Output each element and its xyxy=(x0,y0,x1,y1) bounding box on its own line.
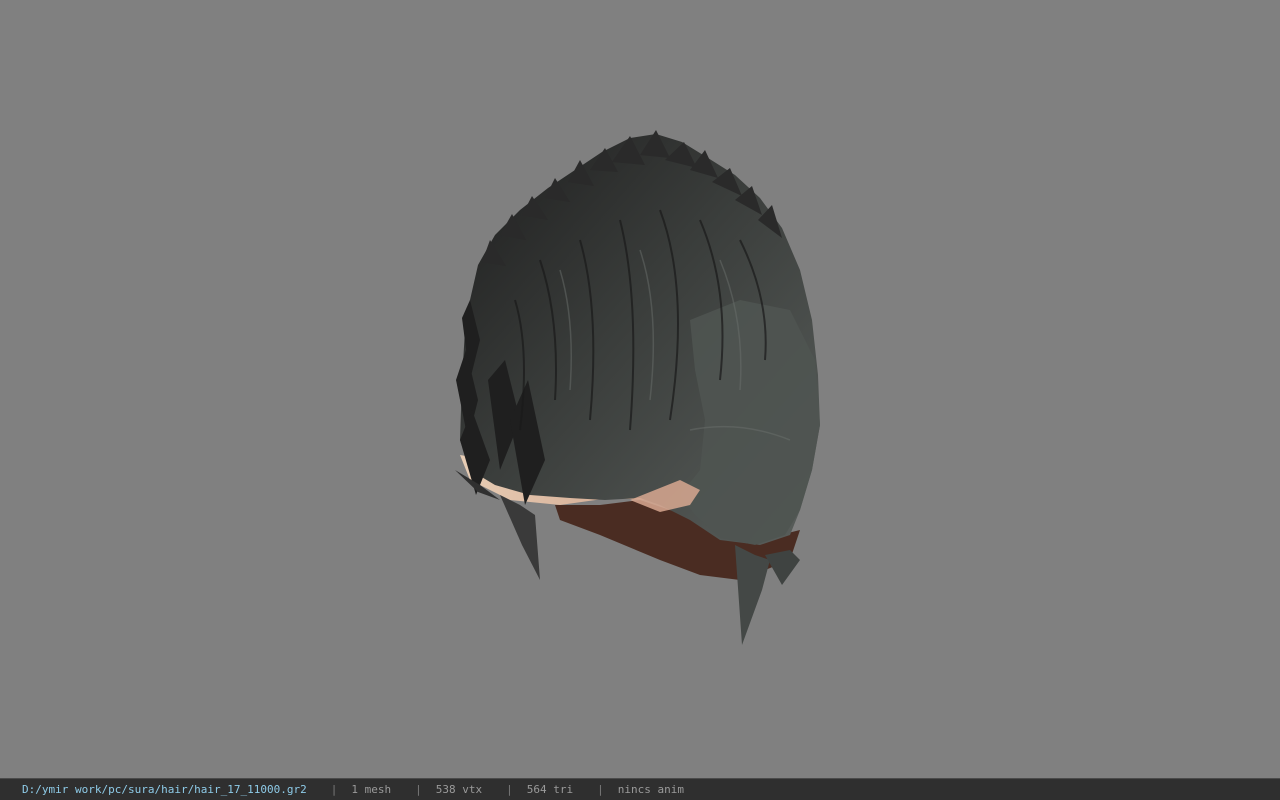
separator: | xyxy=(506,783,513,796)
model-viewport[interactable] xyxy=(0,0,1280,778)
separator: | xyxy=(415,783,422,796)
vertex-count: 538 vtx xyxy=(435,783,483,796)
status-bar: D:/ymir work/pc/sura/hair/hair_17_11000.… xyxy=(0,778,1280,800)
mesh-count: 1 mesh xyxy=(351,783,392,796)
separator: | xyxy=(330,783,338,796)
hair-model-render xyxy=(455,130,820,645)
separator: | xyxy=(597,783,604,796)
anim-status: nincs anim xyxy=(617,783,684,796)
triangle-count: 564 tri xyxy=(526,783,574,796)
file-path: D:/ymir work/pc/sura/hair/hair_17_11000.… xyxy=(22,783,307,796)
